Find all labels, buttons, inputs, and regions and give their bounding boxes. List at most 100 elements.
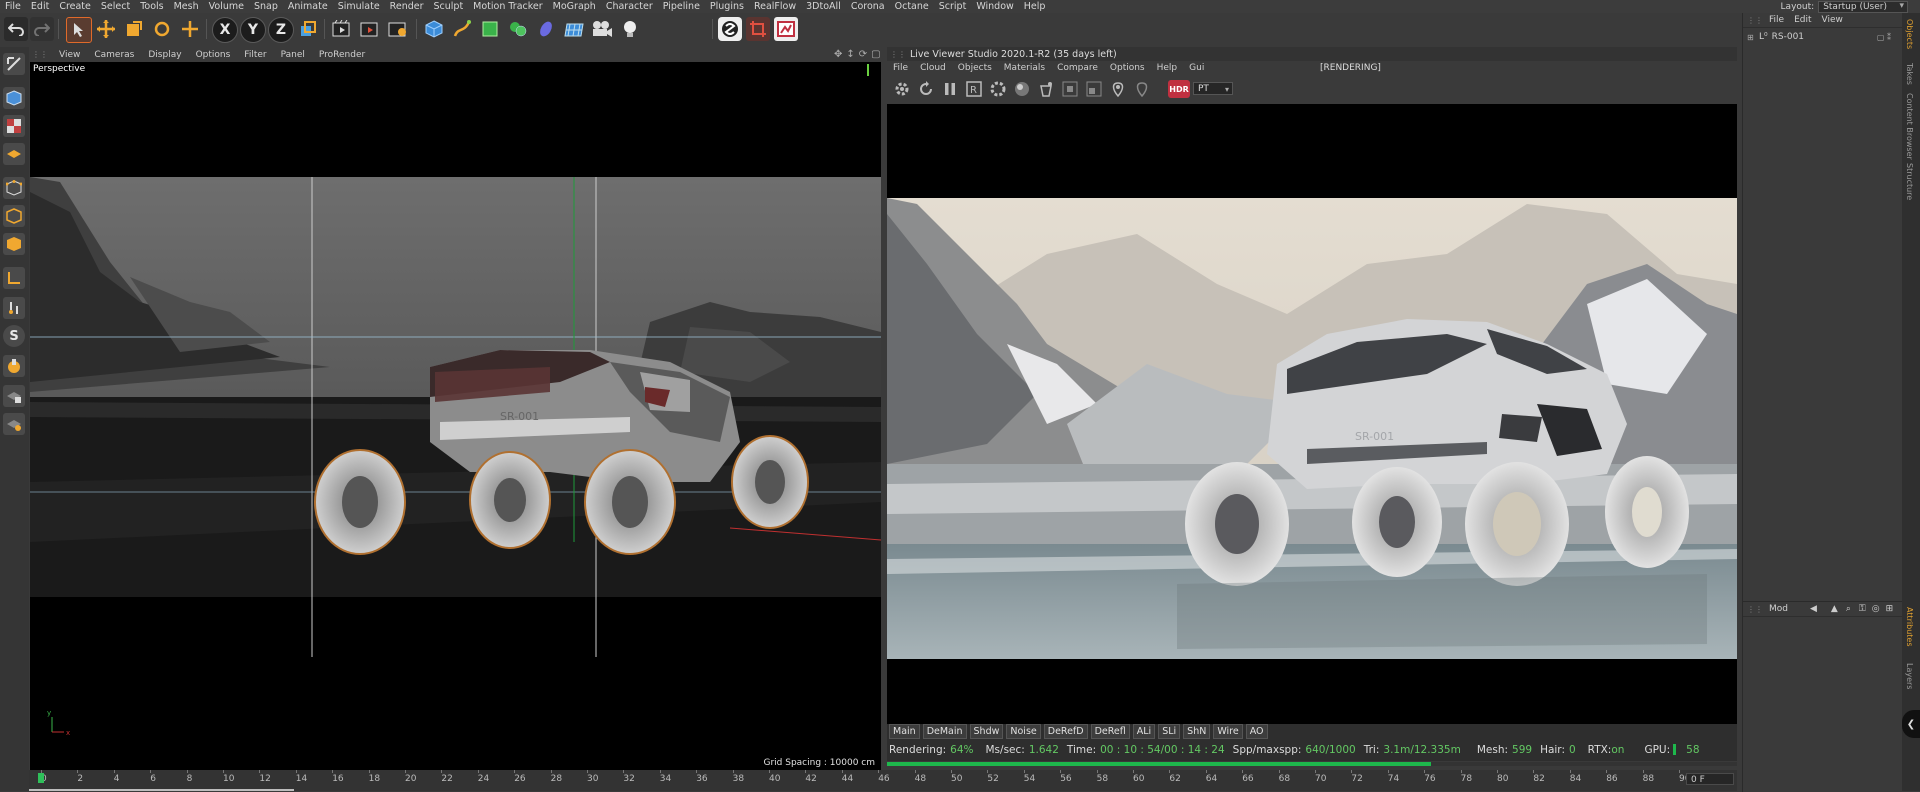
object-manager-menu-file[interactable]: File [1769, 15, 1784, 25]
maximize-view-icon[interactable]: ▢ [871, 49, 880, 60]
zoom-view-icon[interactable]: ↕ [846, 49, 854, 60]
x-axis-lock-icon[interactable]: X [212, 17, 238, 43]
restart-render-icon[interactable] [917, 80, 935, 98]
live-viewer-menu-help[interactable]: Help [1151, 63, 1184, 73]
pause-render-icon[interactable] [941, 80, 959, 98]
up-arrow-icon[interactable]: ▲ [1831, 604, 1838, 614]
menu-octane[interactable]: Octane [890, 1, 934, 12]
viewport-menu-filter[interactable]: Filter [237, 50, 273, 60]
object-manager-menu-edit[interactable]: Edit [1794, 15, 1811, 25]
rotate-icon[interactable] [150, 17, 174, 41]
live-viewer-menu-gui[interactable]: Gui [1183, 63, 1210, 73]
render-settings-gear-icon[interactable] [989, 80, 1007, 98]
tab-attributes[interactable]: Attributes [1905, 607, 1914, 647]
viewport-menu-options[interactable]: Options [189, 50, 238, 60]
pass-tab-shdw[interactable]: Shdw [969, 724, 1004, 739]
menu-animate[interactable]: Animate [283, 1, 333, 12]
tab-content-browser[interactable]: Content Browser [1905, 93, 1914, 160]
frame-compare-icon[interactable] [1061, 80, 1079, 98]
menu-help[interactable]: Help [1019, 1, 1051, 12]
lock-icon[interactable]: ⚿ [1859, 604, 1866, 614]
menu-mograph[interactable]: MoGraph [548, 1, 601, 12]
undo-icon[interactable] [4, 17, 28, 41]
pass-tab-ao[interactable]: AO [1245, 724, 1268, 739]
lock-workplane-icon[interactable] [3, 385, 25, 407]
menu-mesh[interactable]: Mesh [169, 1, 204, 12]
recent-tool-icon[interactable] [178, 17, 202, 41]
polygons-mode-icon[interactable] [3, 233, 25, 255]
soft-selection-icon[interactable] [3, 355, 25, 377]
viewport-menu-view[interactable]: View [52, 50, 87, 60]
texture-mode-icon[interactable] [3, 115, 25, 137]
live-viewer-menu-objects[interactable]: Objects [952, 63, 998, 73]
perspective-viewport[interactable]: SR-001 y x Perspective Grid Spacing : 10… [30, 62, 881, 770]
object-manager-menu-view[interactable]: View [1822, 15, 1843, 25]
edges-mode-icon[interactable] [3, 205, 25, 227]
target-icon[interactable]: ◎ [1872, 604, 1880, 614]
menu-3dtoall[interactable]: 3DtoAll [801, 1, 846, 12]
render-to-picture-viewer-icon[interactable] [358, 17, 382, 41]
cube-icon[interactable] [422, 17, 446, 41]
live-viewer-menu-cloud[interactable]: Cloud [914, 63, 952, 73]
render-view-redshift-icon[interactable] [774, 17, 798, 41]
kernel-mode-dropdown[interactable]: PT ▾ [1193, 82, 1233, 95]
floor-icon[interactable] [562, 17, 586, 41]
pass-tab-derefl[interactable]: DeRefl [1090, 724, 1130, 739]
expand-panel-icon[interactable]: ❮ [1902, 710, 1920, 738]
menu-file[interactable]: File [0, 1, 26, 12]
current-frame-field[interactable]: 0 F [1686, 773, 1734, 785]
menu-character[interactable]: Character [601, 1, 658, 12]
pass-tab-derefd[interactable]: DeRefD [1043, 724, 1088, 739]
layout-dropdown[interactable]: Startup (User) [1818, 0, 1908, 13]
menu-realflow[interactable]: RealFlow [749, 1, 801, 12]
pass-tab-main[interactable]: Main [889, 724, 920, 739]
menu-script[interactable]: Script [934, 1, 972, 12]
scale-icon[interactable] [122, 17, 146, 41]
back-arrow-icon[interactable]: ◀ [1810, 604, 1817, 614]
pass-tab-wire[interactable]: Wire [1213, 724, 1243, 739]
menu-plugins[interactable]: Plugins [705, 1, 749, 12]
redshift-icon[interactable] [718, 17, 742, 41]
move-icon[interactable] [94, 17, 118, 41]
new-panel-icon[interactable]: ⊞ [1886, 604, 1894, 614]
tab-structure[interactable]: Structure [1905, 163, 1914, 200]
render-region-icon[interactable] [746, 17, 770, 41]
render-view-icon[interactable] [330, 17, 354, 41]
attribute-mode-menu[interactable]: Mod [1769, 604, 1788, 614]
render-settings-icon[interactable] [386, 17, 410, 41]
live-viewer-menu-materials[interactable]: Materials [998, 63, 1051, 73]
tab-takes[interactable]: Takes [1905, 63, 1914, 85]
live-viewer-menu-compare[interactable]: Compare [1051, 63, 1104, 73]
menu-create[interactable]: Create [54, 1, 96, 12]
menu-render[interactable]: Render [385, 1, 429, 12]
menu-window[interactable]: Window [971, 1, 1018, 12]
viewport-menu-prorender[interactable]: ProRender [312, 50, 372, 60]
model-mode-icon[interactable] [3, 87, 25, 109]
region-render-icon[interactable]: R [965, 80, 983, 98]
pick-material-icon[interactable] [1133, 80, 1151, 98]
array-icon[interactable] [506, 17, 530, 41]
live-render-viewport[interactable]: SR-001 [887, 104, 1737, 724]
viewport-menu-display[interactable]: Display [141, 50, 188, 60]
menu-simulate[interactable]: Simulate [333, 1, 385, 12]
axis-mode-icon[interactable] [3, 267, 25, 289]
pen-spline-icon[interactable] [450, 17, 474, 41]
menu-select[interactable]: Select [96, 1, 135, 12]
pass-tab-demain[interactable]: DeMain [922, 724, 967, 739]
settings-gear-icon[interactable] [893, 80, 911, 98]
menu-sculpt[interactable]: Sculpt [429, 1, 469, 12]
menu-volume[interactable]: Volume [204, 1, 249, 12]
move-view-icon[interactable]: ✥ [834, 49, 842, 60]
camera-icon[interactable] [590, 17, 614, 41]
search-icon[interactable]: ⌕ [1846, 604, 1851, 614]
menu-corona[interactable]: Corona [846, 1, 890, 12]
live-selection-icon[interactable] [66, 17, 92, 43]
menu-tools[interactable]: Tools [135, 1, 168, 12]
visibility-dots-icon[interactable]: ▢ ⁑ [1877, 33, 1891, 42]
deformer-icon[interactable] [534, 17, 558, 41]
pass-tab-sli[interactable]: SLi [1158, 724, 1181, 739]
pass-tab-noise[interactable]: Noise [1006, 724, 1041, 739]
workplane-mode-icon[interactable] [3, 143, 25, 165]
bucket-icon[interactable] [1037, 80, 1055, 98]
live-viewer-menu-file[interactable]: File [887, 63, 914, 73]
